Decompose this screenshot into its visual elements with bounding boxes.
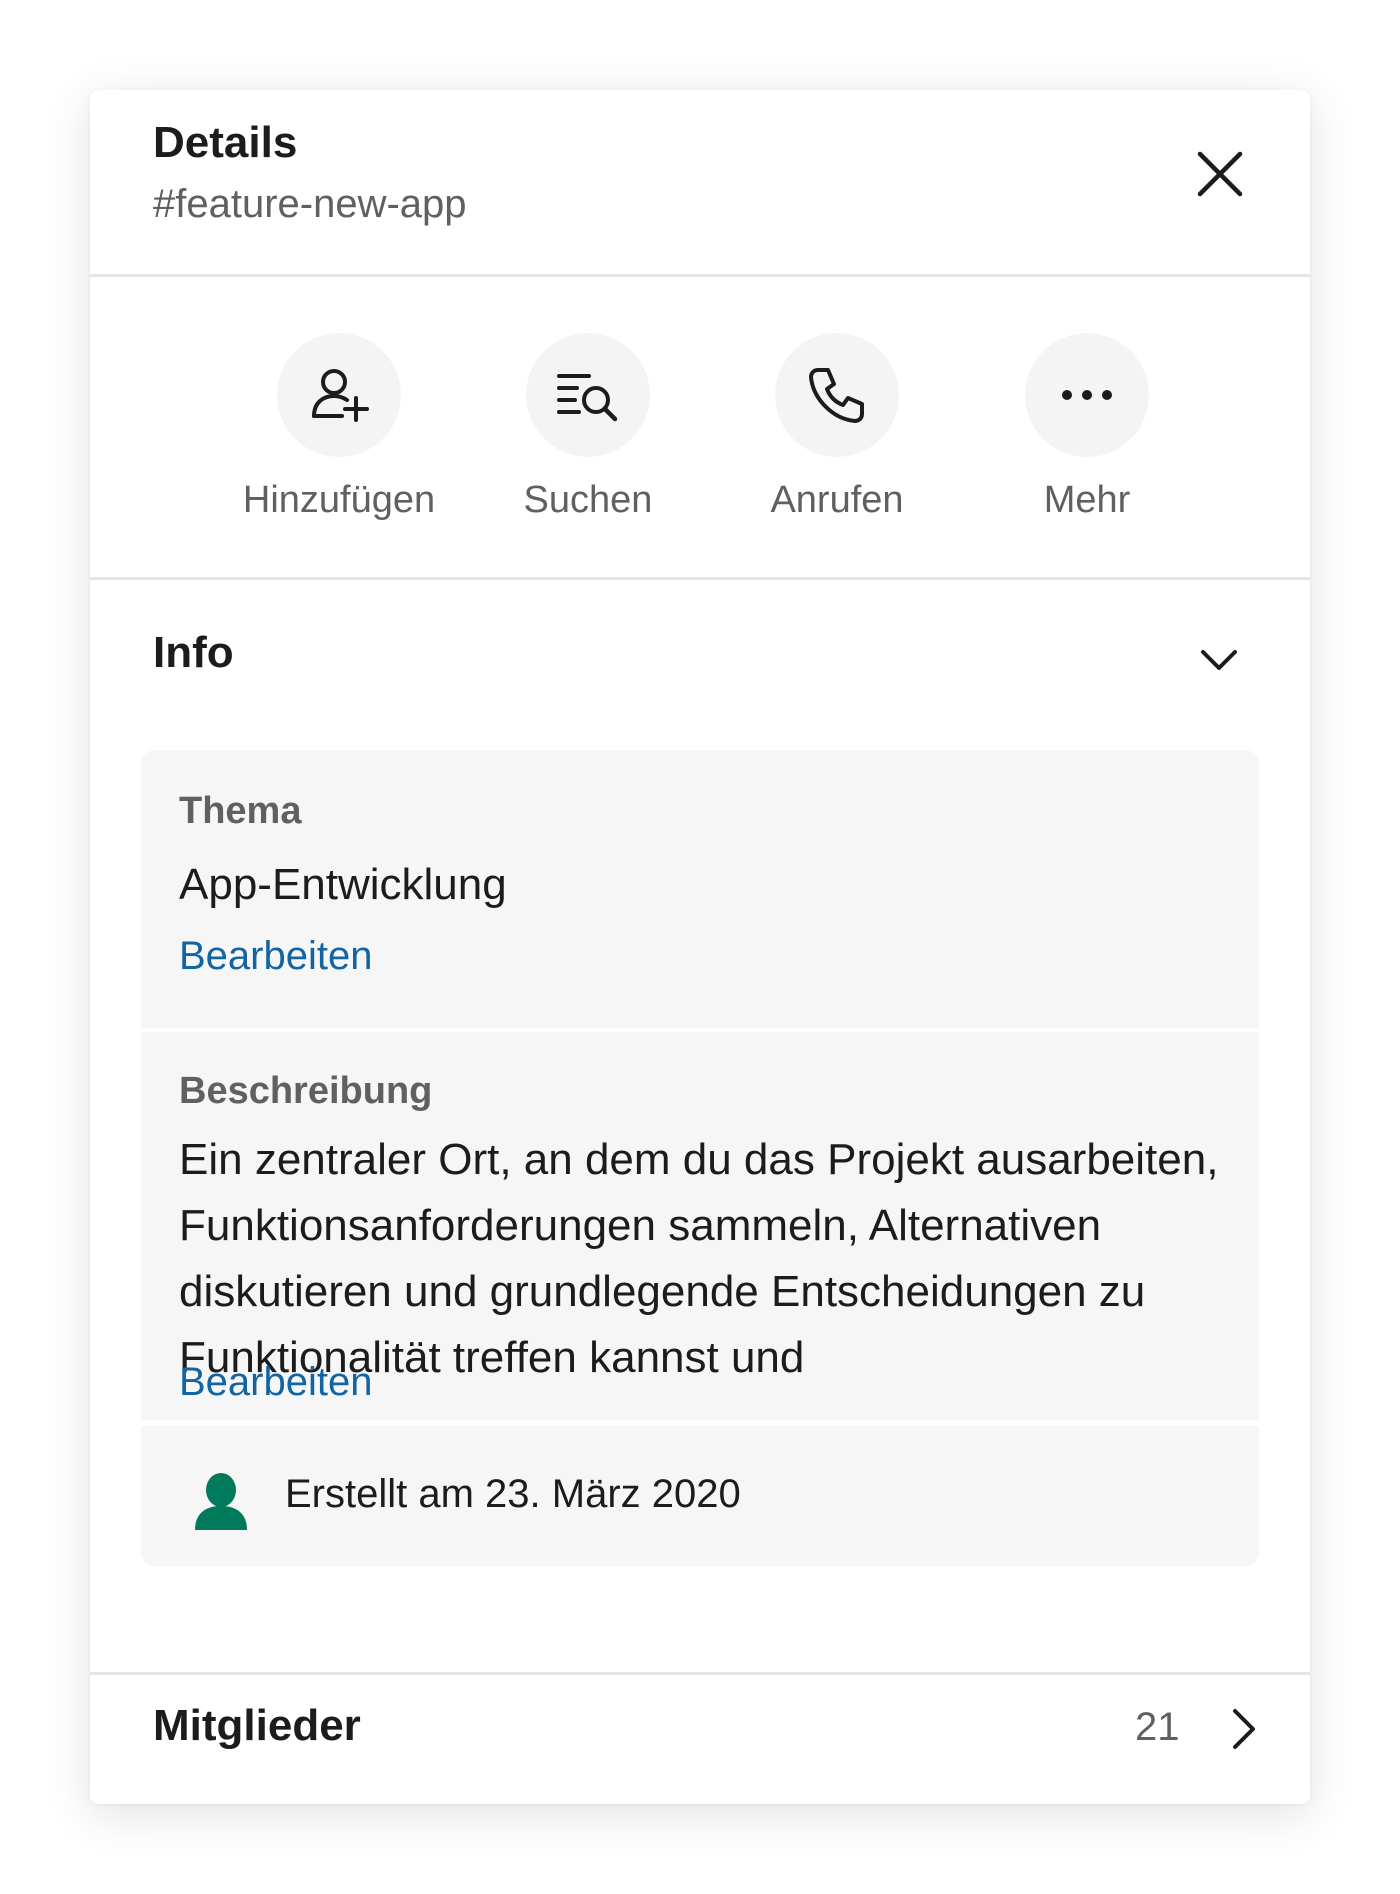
description-card: Beschreibung Ein zentraler Ort, an dem d… — [141, 1032, 1259, 1420]
edit-description-link[interactable]: Bearbeiten — [179, 1360, 372, 1405]
close-icon — [1197, 151, 1243, 197]
more-dots-icon — [1062, 390, 1112, 400]
description-line: diskutieren und grundlegende Entscheidun… — [179, 1267, 1146, 1316]
search-button-circle — [526, 333, 650, 457]
add-person-icon — [312, 369, 369, 422]
created-card: Erstellt am 23. März 2020 — [141, 1426, 1259, 1566]
search-button[interactable]: Suchen — [463, 333, 713, 533]
topic-value: App-Entwicklung — [179, 860, 507, 909]
panel-header: Details #feature-new-app — [90, 90, 1310, 277]
chevron-down-icon — [1201, 650, 1237, 670]
edit-topic-link[interactable]: Bearbeiten — [179, 934, 372, 979]
search-button-label: Suchen — [523, 479, 653, 521]
more-button-circle — [1025, 333, 1149, 457]
info-section-toggle[interactable]: Info — [90, 580, 1310, 740]
panel-title: Details — [153, 118, 298, 167]
description-line: Funktionsanforderungen sammeln, Alternat… — [179, 1201, 1102, 1250]
search-list-icon — [557, 374, 618, 422]
more-button-label: Mehr — [1043, 479, 1131, 521]
created-date: Erstellt am 23. März 2020 — [285, 1472, 741, 1516]
description-text: Ein zentraler Ort, an dem du das Projekt… — [179, 1127, 1249, 1391]
members-row[interactable]: Mitglieder 21 — [90, 1672, 1310, 1804]
members-count: 21 — [1135, 1705, 1180, 1749]
add-button-circle — [277, 333, 401, 457]
add-people-button[interactable]: Hinzufügen — [214, 333, 464, 533]
phone-icon — [809, 368, 864, 423]
close-button[interactable] — [1190, 144, 1250, 204]
description-label: Beschreibung — [179, 1070, 433, 1112]
more-button[interactable]: Mehr — [962, 333, 1212, 533]
action-bar: Hinzufügen Suchen Anrufen Mehr — [90, 277, 1310, 580]
add-button-label: Hinzufügen — [242, 479, 436, 521]
members-label: Mitglieder — [153, 1701, 361, 1750]
details-panel: Details #feature-new-app Hinzufügen Such… — [90, 90, 1310, 1804]
info-title: Info — [153, 628, 234, 677]
channel-name: #feature-new-app — [153, 182, 467, 226]
description-line: Ein zentraler Ort, an dem du das Projekt… — [179, 1135, 1219, 1184]
chevron-right-icon — [1233, 1709, 1255, 1749]
person-icon — [195, 1473, 247, 1530]
topic-label: Thema — [179, 790, 302, 832]
call-button-label: Anrufen — [770, 479, 904, 521]
call-button[interactable]: Anrufen — [712, 333, 962, 533]
topic-card: Thema App-Entwicklung Bearbeiten — [141, 750, 1259, 1028]
call-button-circle — [775, 333, 899, 457]
